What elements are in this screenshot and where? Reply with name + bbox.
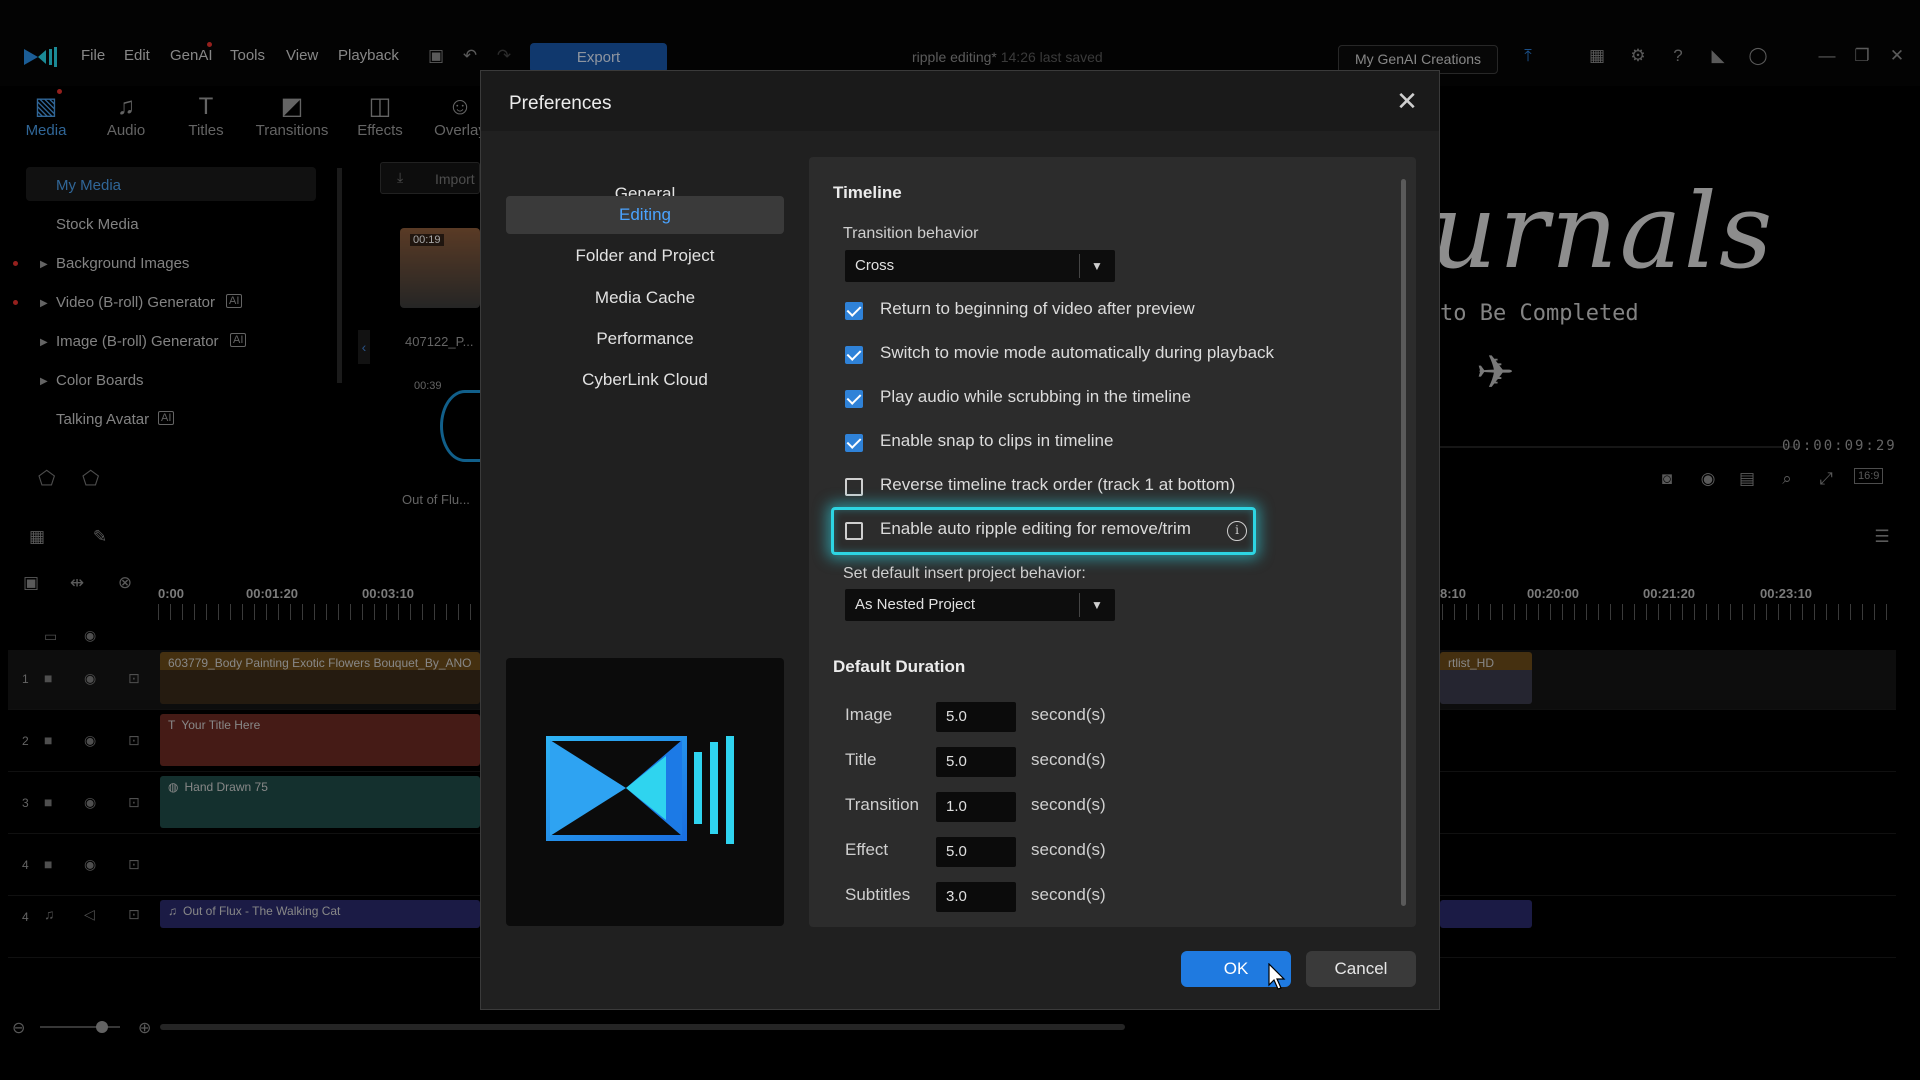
duration-input-title[interactable]: 5.0 bbox=[936, 747, 1016, 777]
checkbox-checked-icon[interactable] bbox=[845, 390, 863, 408]
dialog-title: Preferences bbox=[509, 93, 612, 114]
checkbox-checked-icon[interactable] bbox=[845, 302, 863, 320]
checkbox-label: Play audio while scrubbing in the timeli… bbox=[880, 387, 1191, 406]
nav-media-cache[interactable]: Media Cache bbox=[506, 279, 784, 317]
duration-label-title: Title bbox=[845, 750, 877, 769]
close-icon[interactable]: ✕ bbox=[1393, 87, 1421, 115]
select-divider bbox=[1079, 593, 1080, 617]
nav-editing[interactable]: Editing bbox=[506, 196, 784, 234]
settings-panel: Timeline Transition behavior Cross ▼ Ret… bbox=[809, 157, 1416, 927]
duration-label-image: Image bbox=[845, 705, 893, 724]
select-divider bbox=[1079, 254, 1080, 278]
insert-behavior-label: Set default insert project behavior: bbox=[843, 565, 1086, 582]
duration-label-subtitles: Subtitles bbox=[845, 885, 911, 904]
powerdirector-logo-icon bbox=[546, 736, 734, 844]
checkbox-label: Enable auto ripple editing for remove/tr… bbox=[880, 519, 1191, 538]
checkbox-checked-icon[interactable] bbox=[845, 434, 863, 452]
chevron-down-icon: ▼ bbox=[1091, 259, 1103, 273]
checkbox-label: Return to beginning of video after previ… bbox=[880, 299, 1195, 318]
chevron-down-icon: ▼ bbox=[1091, 598, 1103, 612]
duration-input-image[interactable]: 5.0 bbox=[936, 702, 1016, 732]
checkbox-checked-icon[interactable] bbox=[845, 346, 863, 364]
checkbox-label: Enable snap to clips in timeline bbox=[880, 431, 1114, 450]
duration-unit: second(s) bbox=[1031, 750, 1106, 769]
settings-scrollbar[interactable] bbox=[1401, 179, 1406, 906]
info-icon[interactable]: i bbox=[1227, 521, 1247, 541]
transition-behavior-label: Transition behavior bbox=[843, 225, 979, 242]
duration-input-effect[interactable]: 5.0 bbox=[936, 837, 1016, 867]
duration-input-transition[interactable]: 1.0 bbox=[936, 792, 1016, 822]
insert-behavior-select[interactable]: As Nested Project ▼ bbox=[845, 589, 1115, 621]
select-value: As Nested Project bbox=[855, 596, 976, 613]
duration-label-effect: Effect bbox=[845, 840, 889, 859]
nav-folder-and-project[interactable]: Folder and Project bbox=[506, 237, 784, 275]
nav-performance[interactable]: Performance bbox=[506, 320, 784, 358]
duration-unit: second(s) bbox=[1031, 840, 1106, 859]
checkbox-unchecked-icon[interactable] bbox=[845, 478, 863, 496]
duration-unit: second(s) bbox=[1031, 885, 1106, 904]
checkbox-label: Reverse timeline track order (track 1 at… bbox=[880, 475, 1236, 494]
checkbox-label: Switch to movie mode automatically durin… bbox=[880, 343, 1275, 362]
checkbox-unchecked-icon[interactable] bbox=[845, 522, 863, 540]
duration-unit: second(s) bbox=[1031, 705, 1106, 724]
product-logo-panel bbox=[506, 658, 784, 926]
duration-unit: second(s) bbox=[1031, 795, 1106, 814]
select-value: Cross bbox=[855, 257, 895, 274]
duration-input-subtitles[interactable]: 3.0 bbox=[936, 882, 1016, 912]
transition-behavior-select[interactable]: Cross ▼ bbox=[845, 250, 1115, 282]
preferences-dialog: Preferences ✕ General Editing Folder and… bbox=[480, 70, 1440, 1010]
nav-cyberlink-cloud[interactable]: CyberLink Cloud bbox=[506, 361, 784, 399]
mouse-cursor-icon bbox=[1268, 963, 1286, 990]
section-title-default-duration: Default Duration bbox=[833, 657, 966, 676]
section-title-timeline: Timeline bbox=[833, 183, 902, 202]
duration-label-transition: Transition bbox=[845, 795, 920, 814]
dialog-header: Preferences ✕ bbox=[481, 71, 1439, 131]
cancel-button[interactable]: Cancel bbox=[1306, 951, 1416, 987]
